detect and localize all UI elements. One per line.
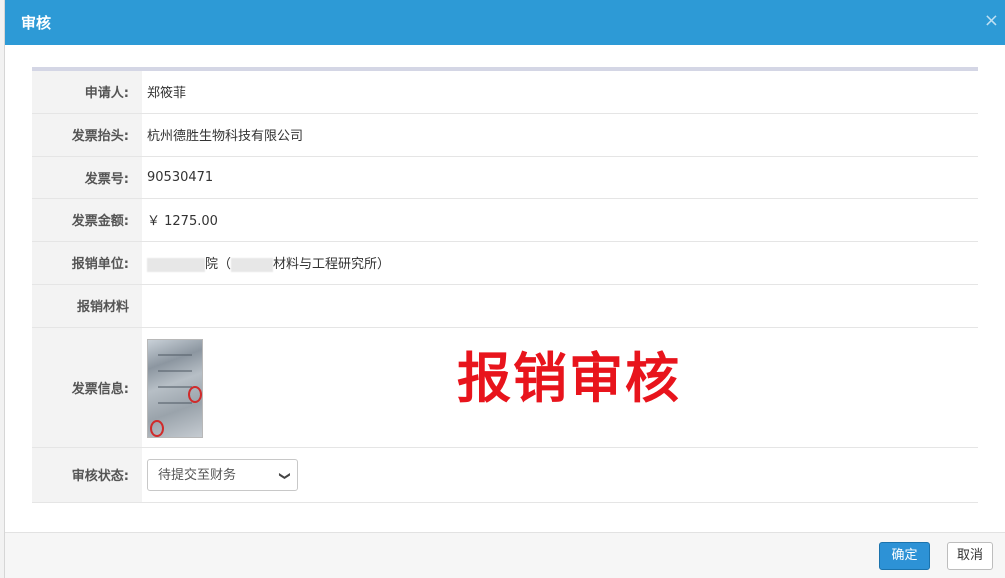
invoice-stamp [188,385,202,403]
row-review-status: 审核状态: 待提交至财务 ❯ [32,447,978,503]
invoice-stamp [150,419,164,437]
info-table-wrapper: 申请人: 郑筱菲 发票抬头: 杭州德胜生物科技有限公司 发票号: 9053047… [32,67,978,503]
row-invoice-number: 发票号: 90530471 [32,156,978,199]
invoice-info-label: 发票信息: [32,327,142,448]
row-reimburse-unit: 报销单位: 院（ 材料与工程研究所） [32,241,978,285]
dialog-footer: 确定 取消 [5,532,1005,578]
dialog-body: 申请人: 郑筱菲 发票抬头: 杭州德胜生物科技有限公司 发票号: 9053047… [5,45,1005,532]
close-icon[interactable]: × [984,11,999,31]
applicant-value: 郑筱菲 [142,71,978,114]
invoice-image-line [158,401,192,404]
reimburse-unit-part1: 院（ [205,257,232,272]
cancel-button[interactable]: 取消 [947,542,993,570]
row-applicant: 申请人: 郑筱菲 [32,71,978,114]
row-reimburse-material: 报销材料 [32,284,978,328]
dialog-title: 审核 [21,14,52,32]
applicant-label: 申请人: [32,71,142,114]
review-dialog: 审核 × 申请人: 郑筱菲 发票抬头: 杭州德胜生物科技有限公司 发票号: 90… [5,0,1005,578]
review-status-label: 审核状态: [32,447,142,503]
reimburse-material-value [142,284,978,328]
invoice-image-line [158,369,192,372]
overlay-caption: 报销审核 [457,347,681,410]
review-status-cell: 待提交至财务 ❯ [142,447,978,503]
invoice-amount-value: ￥ 1275.00 [142,198,978,242]
invoice-number-label: 发票号: [32,156,142,199]
invoice-image-line [158,353,192,356]
dialog-header: 审核 × [5,0,1005,45]
reimburse-material-label: 报销材料 [32,284,142,328]
invoice-amount-label: 发票金额: [32,198,142,242]
review-status-selected: 待提交至财务 [158,467,237,483]
row-invoice-title: 发票抬头: 杭州德胜生物科技有限公司 [32,113,978,157]
invoice-image[interactable] [147,338,203,438]
info-table: 申请人: 郑筱菲 发票抬头: 杭州德胜生物科技有限公司 发票号: 9053047… [32,71,978,503]
chevron-down-icon: ❯ [278,470,292,481]
invoice-title-label: 发票抬头: [32,113,142,157]
confirm-button[interactable]: 确定 [879,542,930,570]
redacted-block [231,257,274,272]
invoice-image-line [158,385,192,388]
reimburse-unit-label: 报销单位: [32,241,142,285]
invoice-title-value: 杭州德胜生物科技有限公司 [142,113,978,157]
reimburse-unit-value: 院（ 材料与工程研究所） [142,241,978,285]
review-status-select[interactable]: 待提交至财务 ❯ [147,458,298,491]
invoice-number-value: 90530471 [142,156,978,199]
reimburse-unit-part2: 材料与工程研究所） [273,257,391,272]
row-invoice-amount: 发票金额: ￥ 1275.00 [32,198,978,242]
redacted-block [147,257,205,272]
